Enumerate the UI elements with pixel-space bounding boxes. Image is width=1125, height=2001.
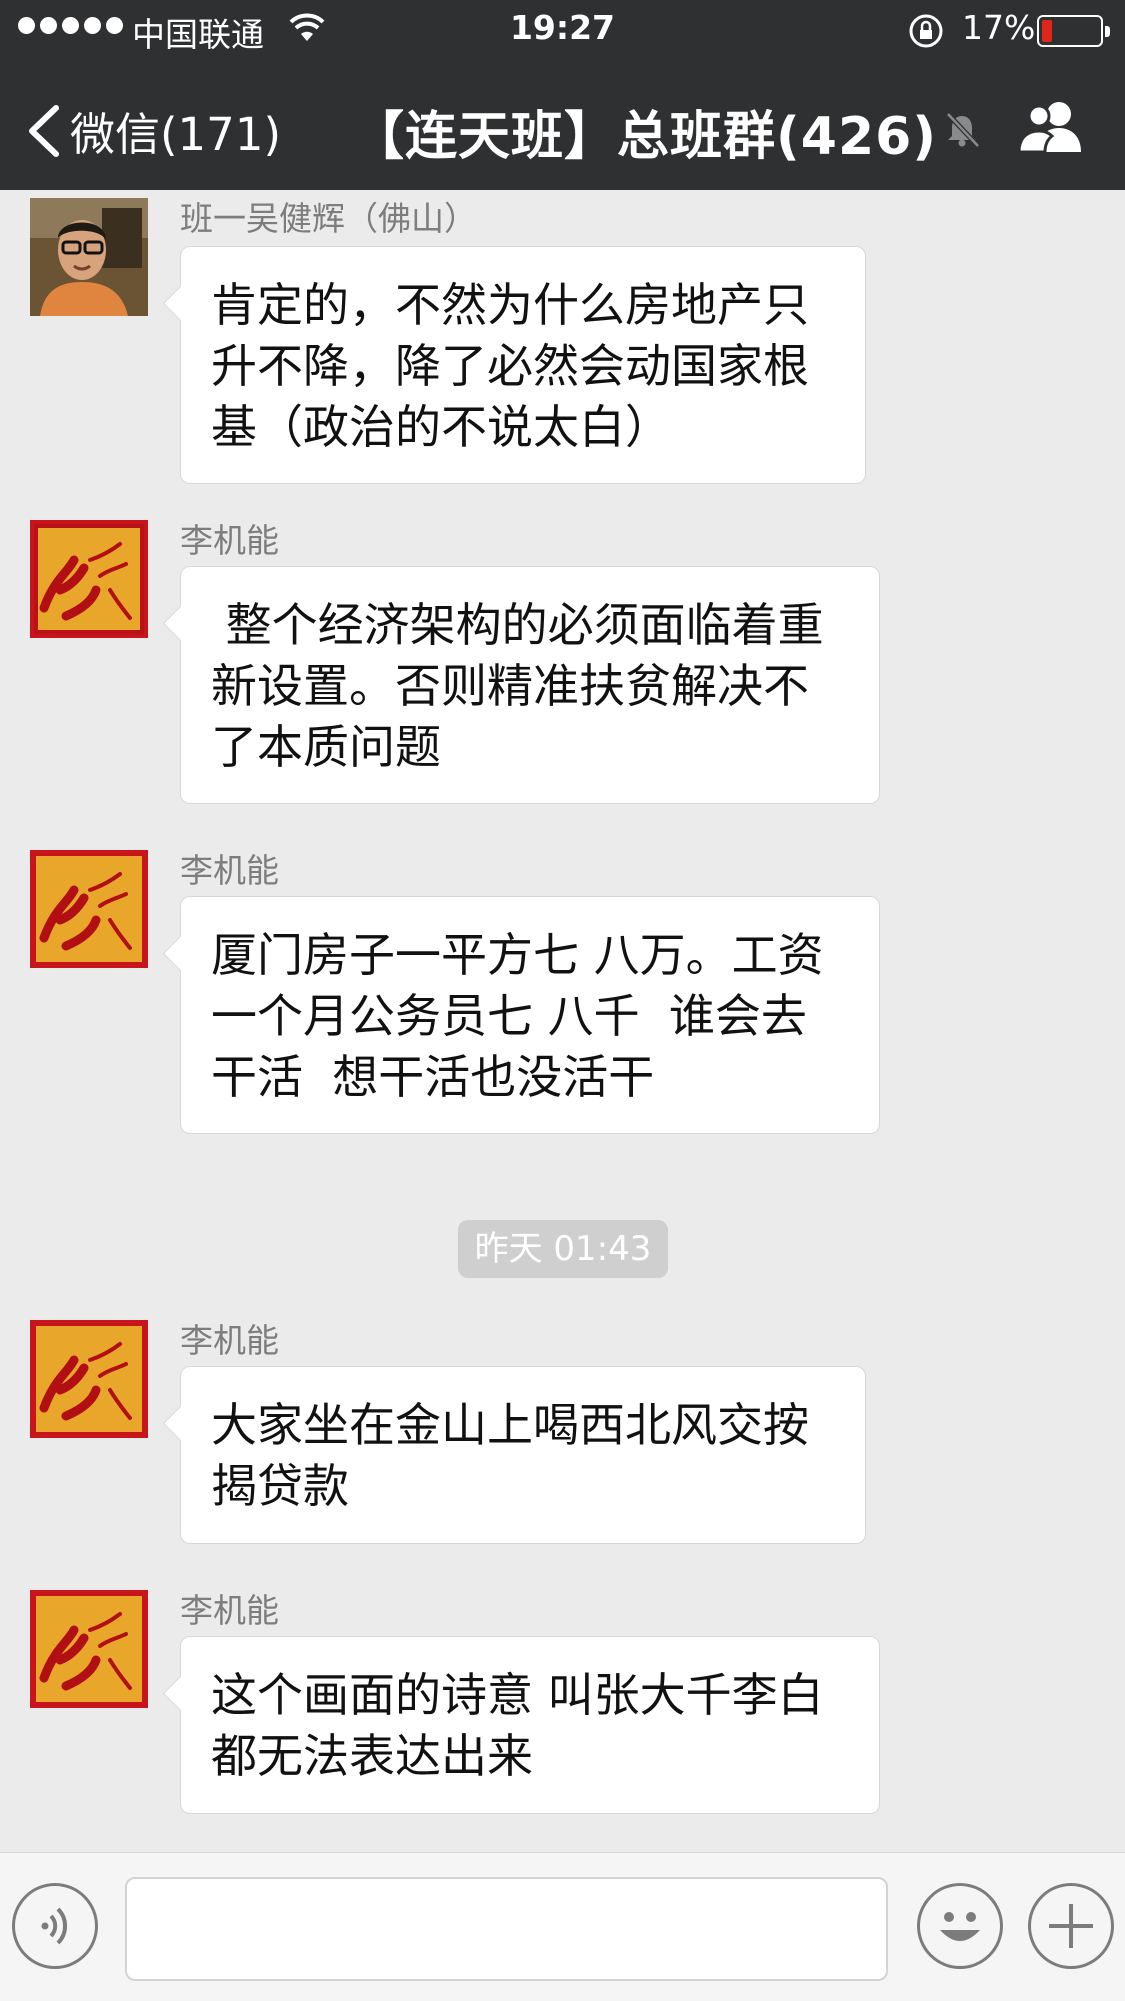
voice-icon	[41, 1907, 68, 1945]
sender-name: 李机能	[180, 1321, 279, 1360]
battery-percent: 17%	[962, 8, 1036, 47]
avatar[interactable]	[30, 850, 148, 968]
input-bar	[0, 1852, 1125, 2001]
avatar[interactable]	[30, 1320, 148, 1438]
photo-avatar-icon	[30, 198, 148, 316]
red-calligraphy-avatar-icon	[30, 1590, 148, 1708]
avatar[interactable]	[30, 520, 148, 638]
chat-title: 【连天班】总班群(426)	[352, 107, 938, 167]
message-bubble[interactable]: 整个经济架构的必须面临着重 新设置。否则精准扶贫解决不 了本质问题	[180, 566, 880, 804]
sender-name: 李机能	[180, 1591, 279, 1630]
rotation-lock-icon	[907, 12, 945, 58]
status-bar: 中国联通 19:27 17%	[0, 0, 1125, 60]
sender-name: 班一吴健辉（佛山）	[180, 199, 477, 238]
message-bubble[interactable]: 肯定的，不然为什么房地产只 升不降，降了必然会动国家根 基（政治的不说太白）	[180, 246, 866, 484]
emoji-button[interactable]	[917, 1883, 1003, 1969]
mute-bell-icon	[942, 110, 982, 154]
red-calligraphy-avatar-icon	[30, 850, 148, 968]
group-members-icon[interactable]	[1015, 98, 1087, 158]
clock: 19:27	[509, 8, 616, 47]
back-button[interactable]: 微信(171)	[24, 98, 281, 163]
message-bubble[interactable]: 这个画面的诗意 叫张大千李白 都无法表达出来	[180, 1636, 880, 1814]
message-bubble[interactable]: 大家坐在金山上喝西北风交按 揭贷款	[180, 1366, 866, 1544]
red-calligraphy-avatar-icon	[30, 520, 148, 638]
voice-button[interactable]	[12, 1883, 98, 1969]
chat-area[interactable]: 班一吴健辉（佛山） 肯定的，不然为什么房地产只 升不降，降了必然会动国家根 基（…	[0, 190, 1125, 1850]
message-bubble[interactable]: 厦门房子一平方七 八万。工资 一个月公务员七 八千 谁会去 干活 想干活也没活干	[180, 896, 880, 1134]
sender-name: 李机能	[180, 851, 279, 890]
timestamp-divider: 昨天 01:43	[458, 1220, 668, 1278]
back-label: 微信(171)	[70, 108, 282, 161]
avatar[interactable]	[30, 198, 148, 316]
more-button[interactable]	[1028, 1883, 1114, 1969]
message-input[interactable]	[125, 1877, 888, 1981]
chevron-left-icon	[29, 104, 59, 157]
battery-icon	[1037, 15, 1110, 47]
navigation-bar: 微信(171) 【连天班】总班群(426)	[0, 60, 1125, 190]
plus-icon	[1049, 1904, 1093, 1948]
emoji-icon	[940, 1912, 980, 1941]
top-bar: 中国联通 19:27 17% 微信(171) 【连天班】总班群(426)	[0, 0, 1125, 190]
sender-name: 李机能	[180, 521, 279, 560]
avatar[interactable]	[30, 1590, 148, 1708]
red-calligraphy-avatar-icon	[30, 1320, 148, 1438]
